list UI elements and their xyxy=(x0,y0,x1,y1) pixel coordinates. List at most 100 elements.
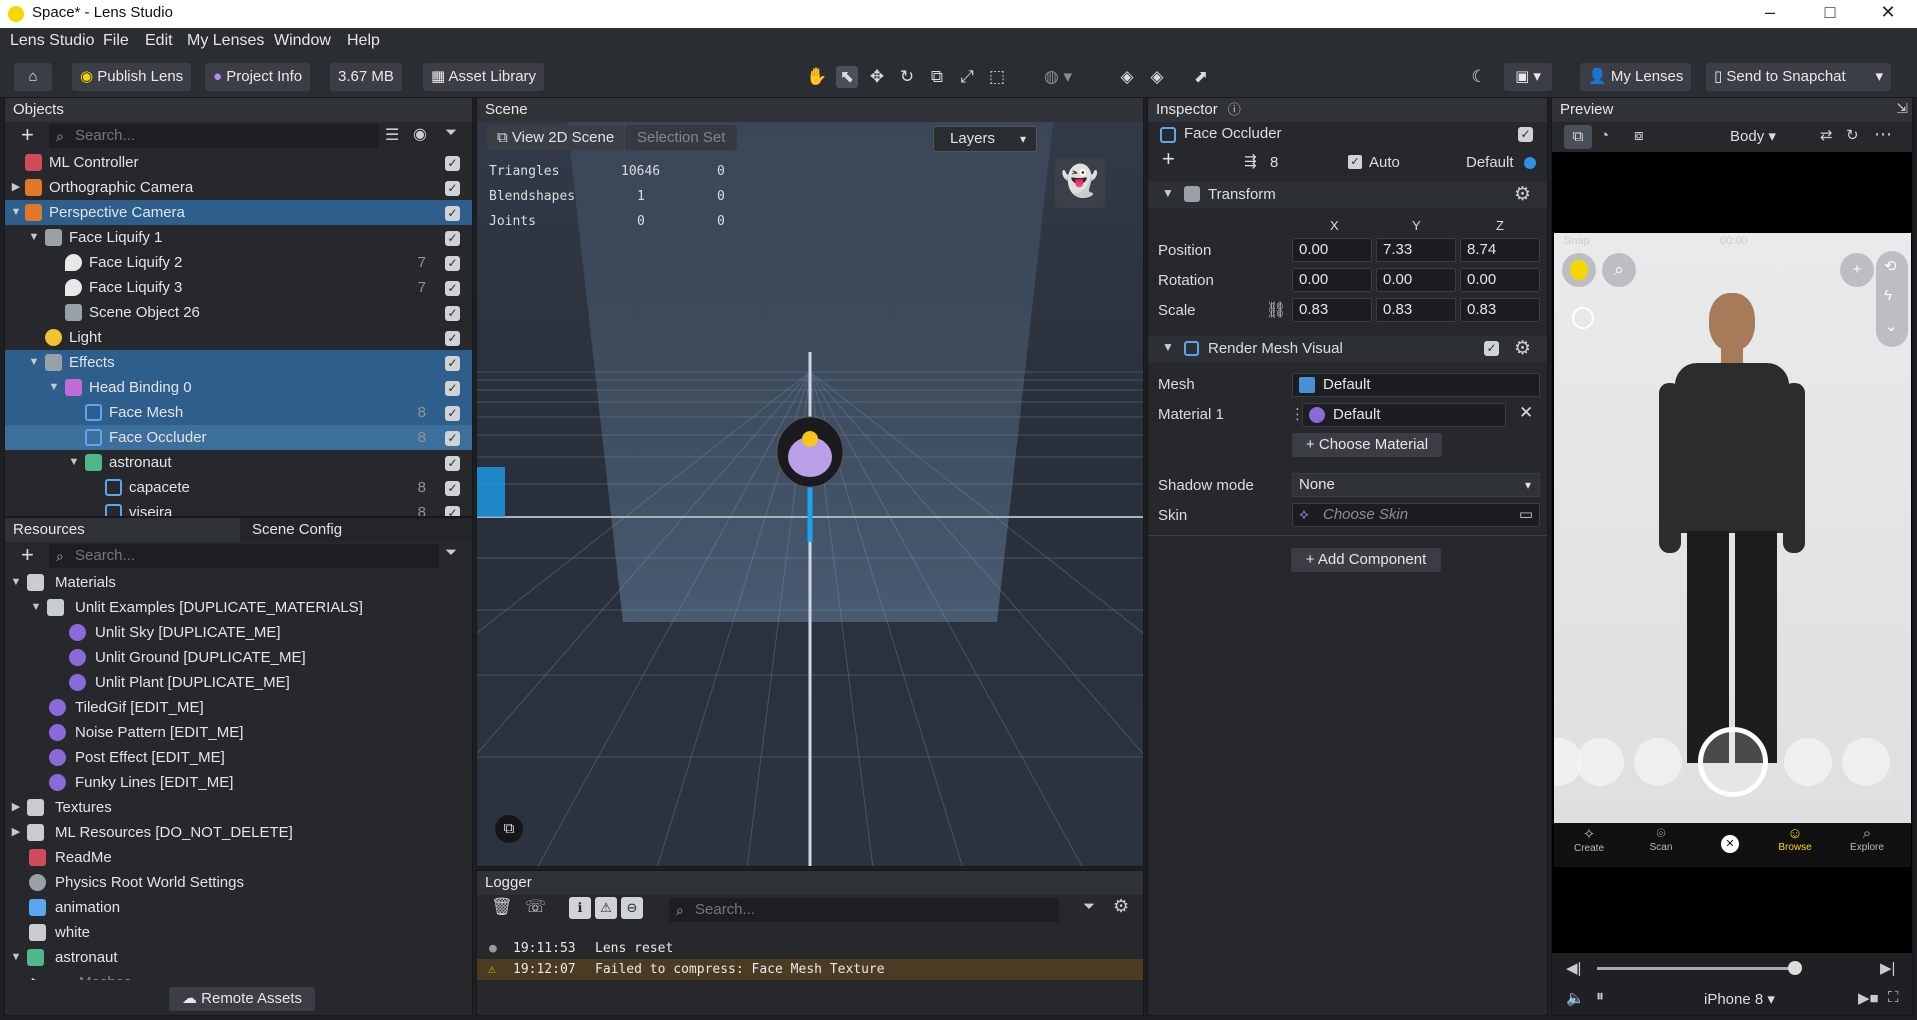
tree-row-head-binding-0[interactable]: ▼ Head Binding 0 ✓ xyxy=(5,375,472,400)
layer-number-field[interactable]: 8 xyxy=(1270,154,1278,171)
resource-row[interactable]: ▶ Meshes xyxy=(5,970,472,980)
nav-scan[interactable]: ⌾ Scan xyxy=(1638,825,1684,853)
lens-info-icon[interactable] xyxy=(1572,307,1594,329)
resource-row[interactable]: ▼ Unlit Examples [DUPLICATE_MATERIALS] xyxy=(5,595,472,620)
hand-tool-icon[interactable]: ✋ xyxy=(806,66,828,88)
gear-icon[interactable]: ⚙ xyxy=(1514,337,1531,360)
timeline-handle[interactable] xyxy=(1788,961,1802,975)
error-filter-icon[interactable]: ⊖ xyxy=(621,897,643,919)
bitmoji-avatar[interactable] xyxy=(1562,253,1596,287)
chevron-down-icon[interactable]: ▾ xyxy=(1875,63,1883,91)
resource-row[interactable]: Funky Lines [EDIT_ME] xyxy=(5,770,472,795)
info-icon[interactable]: ⓘ xyxy=(1228,102,1241,117)
snapchat-ghost-icon[interactable]: 👻 xyxy=(1055,158,1105,208)
enabled-checkbox[interactable]: ✓ xyxy=(445,281,460,296)
resource-row[interactable]: TiledGif [EDIT_ME] xyxy=(5,695,472,720)
nav-create[interactable]: ✧ Create xyxy=(1566,825,1612,854)
mute-icon[interactable]: 🔈 xyxy=(1566,989,1585,1007)
object-enabled-checkbox[interactable]: ✓ xyxy=(1518,127,1533,142)
resources-tab[interactable]: Resources xyxy=(5,518,240,542)
collapse-arrow-icon[interactable]: ▼ xyxy=(27,225,41,250)
enabled-checkbox[interactable]: ✓ xyxy=(445,456,460,471)
phone-camera-view[interactable]: Snap 00:00 ⌕ + ⟲ ϟ ⌄ xyxy=(1554,233,1911,823)
enabled-checkbox[interactable]: ✓ xyxy=(445,381,460,396)
menu-file[interactable]: File xyxy=(103,32,129,50)
project-info-button[interactable]: ● Project Info xyxy=(205,63,311,91)
resource-row[interactable]: Unlit Sky [DUPLICATE_ME] xyxy=(5,620,472,645)
enabled-checkbox[interactable]: ✓ xyxy=(445,406,460,421)
tree-row-effects[interactable]: ▼ Effects ✓ xyxy=(5,350,472,375)
material-field[interactable]: Default xyxy=(1302,403,1506,427)
search-icon[interactable]: ⌕ xyxy=(1602,253,1636,287)
dark-mode-icon[interactable]: ☾ xyxy=(1468,66,1490,88)
object-name-field[interactable]: Face Occluder xyxy=(1184,125,1282,142)
position-z-field[interactable]: 8.74 xyxy=(1460,238,1540,262)
chevron-down-icon[interactable]: ⌄ xyxy=(1885,317,1898,335)
render-mesh-header[interactable]: ▼ Render Mesh Visual ✓ ⚙ xyxy=(1148,336,1547,362)
link-tool-icon[interactable]: ⤢ xyxy=(956,66,978,88)
tree-row-perspective-camera[interactable]: ▼ Perspective Camera ✓ xyxy=(5,200,472,225)
add-icon[interactable]: + xyxy=(1162,146,1175,172)
preview-record-icon[interactable]: ◔ xyxy=(1600,127,1609,144)
add-component-button[interactable]: + Add Component xyxy=(1291,548,1441,572)
capture-button[interactable] xyxy=(1698,727,1768,797)
camera-gizmo[interactable] xyxy=(477,467,505,517)
default-radio[interactable] xyxy=(1524,157,1536,169)
view-2d-scene-button[interactable]: ⧉ View 2D Scene xyxy=(487,125,625,150)
record-video-icon[interactable]: ▶■ xyxy=(1858,989,1879,1007)
resource-row[interactable]: animation xyxy=(5,895,472,920)
tree-row-face-occluder[interactable]: Face Occluder 8 ✓ xyxy=(5,425,472,450)
tree-row-orthographic-camera[interactable]: ▶ Orthographic Camera ✓ xyxy=(5,175,472,200)
tree-row-face-liquify-3[interactable]: Face Liquify 3 7 ✓ xyxy=(5,275,472,300)
pin-icon[interactable]: ⇲ xyxy=(1896,100,1908,117)
resource-row[interactable]: ReadMe xyxy=(5,845,472,870)
mesh-field[interactable]: Default xyxy=(1292,373,1540,397)
pause-icon[interactable]: ⏸ xyxy=(1596,988,1604,1006)
layers-dropdown[interactable]: Layers ▾ xyxy=(933,126,1037,152)
collapse-arrow-icon[interactable]: ▼ xyxy=(9,570,23,595)
tree-row-face-mesh[interactable]: Face Mesh 8 ✓ xyxy=(5,400,472,425)
enabled-checkbox[interactable]: ✓ xyxy=(445,231,460,246)
enabled-checkbox[interactable]: ✓ xyxy=(445,431,460,446)
globe-dropdown-icon[interactable]: ◍ ▾ xyxy=(1038,66,1078,88)
enabled-checkbox[interactable]: ✓ xyxy=(445,206,460,221)
lens-carousel-item[interactable] xyxy=(1576,738,1624,786)
objects-duplicate-icon[interactable]: ◈ xyxy=(1146,66,1168,88)
transform-header[interactable]: ▼ Transform ⚙ xyxy=(1148,182,1547,208)
link-icon[interactable]: ⛓ xyxy=(1266,300,1286,320)
list-view-icon[interactable]: ☰ xyxy=(385,125,399,145)
expand-arrow-icon[interactable]: ▶ xyxy=(29,970,43,980)
filter-icon[interactable]: ⏷ xyxy=(1083,898,1095,915)
scene-config-tab[interactable]: Scene Config xyxy=(240,518,472,542)
resource-row[interactable]: ▶ Textures xyxy=(5,795,472,820)
my-lenses-button[interactable]: 👤 My Lenses xyxy=(1580,63,1692,91)
collapse-arrow-icon[interactable]: ▼ xyxy=(9,200,23,225)
enabled-checkbox[interactable]: ✓ xyxy=(445,156,460,171)
flash-icon[interactable]: ϟ xyxy=(1884,287,1892,304)
log-entry[interactable]: ⚠ 19:12:07 Failed to compress: Face Mesh T… xyxy=(477,959,1143,980)
resource-row[interactable]: Unlit Ground [DUPLICATE_ME] xyxy=(5,645,472,670)
scale-x-field[interactable]: 0.83 xyxy=(1292,298,1372,322)
light-gizmo[interactable] xyxy=(802,431,818,447)
warning-filter-icon[interactable]: ⚠ xyxy=(595,897,617,919)
tree-row-face-liquify-1[interactable]: ▼ Face Liquify 1 ✓ xyxy=(5,225,472,250)
add-object-icon[interactable]: + xyxy=(21,122,34,148)
call-log-icon[interactable]: ☏ xyxy=(525,897,546,917)
folder-icon[interactable]: ▭ xyxy=(1519,504,1533,526)
objects-add-icon[interactable]: ◈ xyxy=(1116,66,1138,88)
filter-icon[interactable]: ⏷ xyxy=(445,124,457,141)
resource-row[interactable]: ▼ Materials xyxy=(5,570,472,595)
enabled-checkbox[interactable]: ✓ xyxy=(445,331,460,346)
preview-mode-icon[interactable]: ⧉ xyxy=(1564,125,1592,149)
tree-row-face-liquify-2[interactable]: Face Liquify 2 7 ✓ xyxy=(5,250,472,275)
screenshot-icon[interactable]: ⛶ xyxy=(1888,989,1899,1006)
gear-icon[interactable]: ⚙ xyxy=(1113,896,1129,917)
step-back-icon[interactable]: ◀| xyxy=(1566,959,1581,977)
rotation-z-field[interactable]: 0.00 xyxy=(1460,268,1540,292)
menu-edit[interactable]: Edit xyxy=(145,32,173,50)
menu-my-lenses[interactable]: My Lenses xyxy=(187,32,264,50)
collapse-arrow-icon[interactable]: ▼ xyxy=(47,375,61,400)
scene-viewport[interactable]: ⧉ View 2D Scene Selection Set Layers ▾ 👻 … xyxy=(477,122,1143,866)
expand-arrow-icon[interactable]: ▶ xyxy=(9,175,23,200)
collapse-arrow-icon[interactable]: ▼ xyxy=(29,595,43,620)
